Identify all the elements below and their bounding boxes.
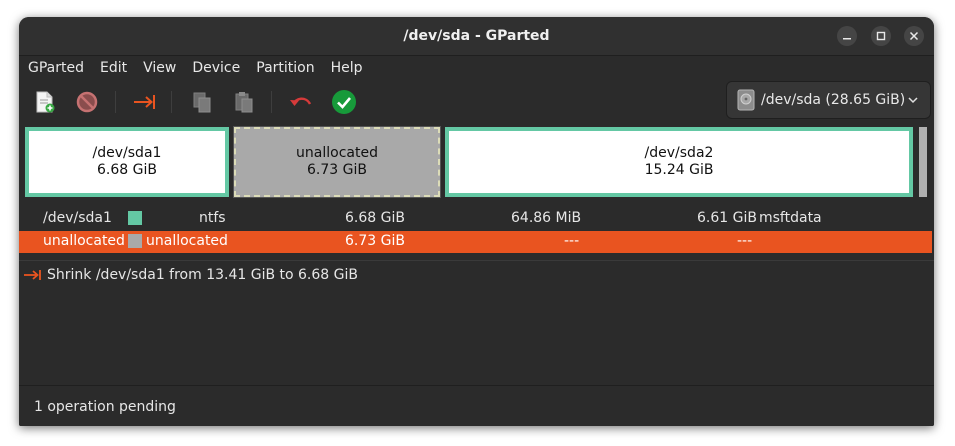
table-row[interactable]: /dev/sda1 ntfs 6.68 GiB 64.86 MiB 6.61 G… [19,208,932,230]
new-partition-button[interactable] [32,89,58,115]
graph-sda1-name: /dev/sda1 [92,145,162,161]
maximize-button[interactable] [871,26,891,46]
operation-text: Shrink /dev/sda1 from 13.41 GiB to 6.68 … [47,267,358,283]
graph-partition-sda2[interactable]: /dev/sda2 15.24 GiB [445,127,913,197]
menu-help[interactable]: Help [323,60,371,76]
undo-icon [290,97,312,106]
title-bar[interactable]: /dev/sda - GParted [19,17,934,56]
graph-partition-sda1[interactable]: /dev/sda1 6.68 GiB [25,127,229,197]
menu-gparted[interactable]: GParted [19,60,92,76]
close-button[interactable] [904,26,924,46]
toolbar: /dev/sda (28.65 GiB) [19,81,934,123]
partition-list: /dev/sda1 ntfs 6.68 GiB 64.86 MiB 6.61 G… [19,207,934,257]
minimize-icon [843,38,851,40]
maximize-icon [876,31,886,41]
apply-button[interactable] [331,89,357,115]
window-title: /dev/sda - GParted [403,28,550,44]
copy-button[interactable] [189,89,215,115]
resize-arrow-icon [134,95,155,109]
filesystem-color-swatch [128,234,142,248]
filesystem-color-swatch [128,211,142,225]
copy-icon [193,92,211,113]
graph-unallocated-name: unallocated [296,145,378,161]
status-text: 1 operation pending [34,398,176,415]
paste-icon [235,92,253,113]
cell-filesystem: ntfs [199,210,226,226]
delete-icon [76,91,98,113]
graph-scrollbar[interactable] [919,127,927,197]
cell-flags: msftdata [759,210,822,226]
chevron-down-icon [908,97,918,104]
gparted-window: /dev/sda - GParted GParted Edit View Dev… [19,17,934,426]
menu-bar: GParted Edit View Device Partition Help [19,55,934,81]
graph-unallocated-size: 6.73 GiB [307,162,367,178]
minimize-button[interactable] [837,26,857,46]
operation-item[interactable]: Shrink /dev/sda1 from 13.41 GiB to 6.68 … [23,267,358,283]
table-row[interactable]: unallocated unallocated 6.73 GiB --- --- [19,231,932,253]
menu-edit[interactable]: Edit [92,60,135,76]
resize-move-button[interactable] [132,89,158,115]
cell-size: 6.68 GiB [345,210,405,226]
partition-graph: /dev/sda1 6.68 GiB unallocated 6.73 GiB … [19,125,934,203]
resize-arrow-icon [24,270,41,280]
harddisk-icon [737,89,755,111]
graph-unallocated[interactable]: unallocated 6.73 GiB [233,126,441,198]
device-label: /dev/sda (28.65 GiB) [761,92,906,108]
cell-filesystem: unallocated [146,233,228,249]
paste-button[interactable] [231,89,257,115]
cell-partition: unallocated [43,233,125,249]
new-document-icon [36,91,55,113]
cell-partition: /dev/sda1 [43,210,112,226]
pending-operations-pane: Shrink /dev/sda1 from 13.41 GiB to 6.68 … [19,260,934,386]
menu-device[interactable]: Device [184,60,248,76]
cell-unused: --- [737,233,753,249]
cell-used: 64.86 MiB [511,210,582,226]
delete-partition-button[interactable] [74,89,100,115]
graph-sda1-size: 6.68 GiB [97,162,157,178]
undo-button[interactable] [288,89,314,115]
cell-used: --- [564,233,580,249]
menu-partition[interactable]: Partition [248,60,322,76]
close-icon [909,31,919,41]
graph-sda2-size: 15.24 GiB [644,162,714,178]
graph-sda2-name: /dev/sda2 [644,145,714,161]
cell-unused: 6.61 GiB [697,210,757,226]
device-selector[interactable]: /dev/sda (28.65 GiB) [726,81,931,119]
apply-checkmark-icon [332,90,356,114]
status-bar: 1 operation pending [19,385,934,426]
cell-size: 6.73 GiB [345,233,405,249]
menu-view[interactable]: View [135,60,184,76]
